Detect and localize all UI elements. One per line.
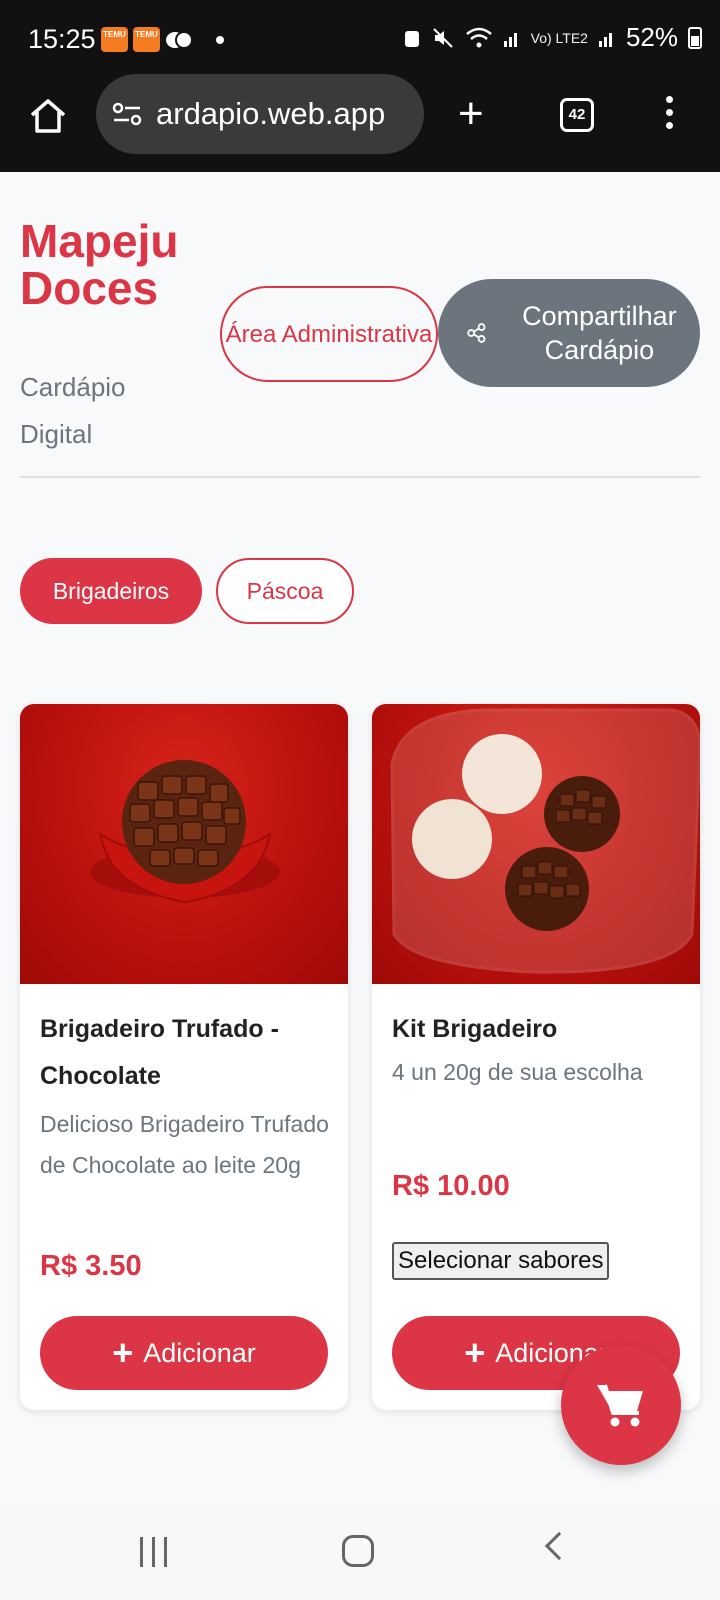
product-price: R$ 10.00 — [392, 1170, 510, 1202]
product-description: Delicioso Brigadeiro Trufado de Chocolat… — [40, 1111, 329, 1178]
signal-icon — [598, 32, 612, 47]
status-bar: 15:25 TEMU TEMU Vo) LTE2 52% — [0, 0, 720, 78]
wifi-icon — [465, 27, 492, 47]
volte-label: Vo) LTE2 — [530, 29, 588, 46]
temu-app-icon: TEMU — [101, 27, 128, 52]
brand-title: Mapeju Doces — [20, 215, 179, 314]
plus-icon: + — [112, 1332, 134, 1373]
category-brigadeiros[interactable]: Brigadeiros — [20, 558, 202, 624]
new-tab-icon[interactable]: + — [458, 92, 484, 136]
address-bar[interactable]: ardapio.web.app — [96, 74, 424, 154]
url-text: ardapio.web.app — [156, 96, 386, 131]
add-button-label: Adicionar — [143, 1337, 256, 1368]
share-menu-button[interactable]: Compartilhar Cardápio — [438, 279, 700, 387]
battery-icon — [688, 26, 702, 49]
product-name: Brigadeiro Trufado - Chocolate — [40, 1015, 279, 1090]
notification-icons: TEMU TEMU — [101, 27, 224, 52]
share-icon — [467, 323, 486, 343]
site-settings-icon[interactable] — [112, 101, 142, 127]
product-image — [20, 704, 348, 984]
cart-button[interactable] — [561, 1345, 681, 1465]
status-time: 15:25 — [28, 24, 96, 54]
system-indicators: Vo) LTE2 52% — [403, 22, 702, 53]
product-card: Brigadeiro Trufado - Chocolate Delicioso… — [20, 704, 348, 1410]
brand-subtitle: Cardápio Digital — [20, 372, 126, 449]
signal-icon — [503, 32, 517, 47]
message-icon — [166, 30, 193, 49]
back-icon[interactable] — [544, 1531, 574, 1561]
shopping-cart-icon — [597, 1384, 643, 1427]
product-price: R$ 3.50 — [40, 1250, 142, 1282]
product-name: Kit Brigadeiro — [392, 1015, 558, 1043]
alarm-icon — [404, 30, 419, 47]
product-card: Kit Brigadeiro 4 un 20g de sua escolha R… — [372, 704, 700, 1410]
home-nav-icon[interactable] — [342, 1535, 374, 1567]
battery-percent: 52% — [625, 22, 678, 52]
select-flavors-button[interactable]: Selecionar sabores — [392, 1242, 610, 1280]
browser-toolbar: ardapio.web.app + 42 — [0, 74, 720, 172]
share-button-label: Compartilhar Cardápio — [522, 301, 677, 365]
overflow-menu-icon[interactable] — [664, 96, 674, 129]
product-description: 4 un 20g de sua escolha — [392, 1059, 643, 1085]
mute-icon — [432, 27, 453, 48]
more-notifications-dot — [216, 35, 224, 44]
system-nav-bar — [0, 1505, 720, 1600]
header-divider — [20, 476, 700, 478]
home-icon[interactable] — [28, 96, 68, 136]
category-pascoa[interactable]: Páscoa — [216, 558, 354, 624]
temu-app-icon: TEMU — [133, 27, 160, 52]
admin-area-button[interactable]: Área Administrativa — [220, 286, 438, 382]
tab-switcher-button[interactable]: 42 — [560, 98, 594, 132]
add-to-cart-button[interactable]: + Adicionar — [40, 1316, 328, 1390]
product-image — [372, 704, 700, 984]
recent-apps-icon[interactable] — [140, 1537, 167, 1567]
plus-icon: + — [464, 1332, 486, 1373]
